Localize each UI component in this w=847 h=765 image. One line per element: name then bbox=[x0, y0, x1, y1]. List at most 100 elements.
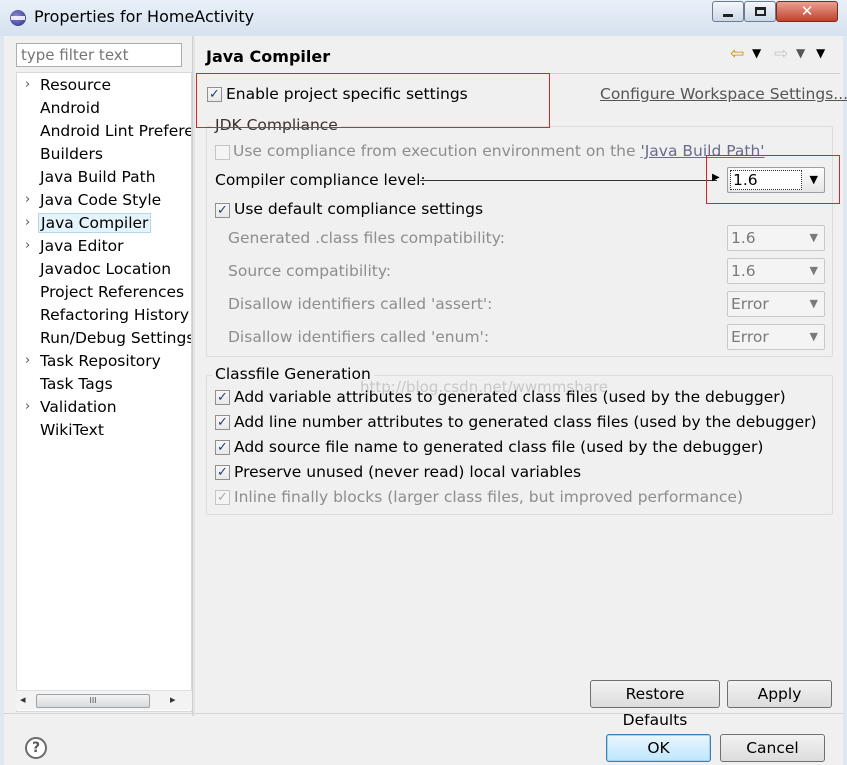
tree-item-label: WikiText bbox=[40, 421, 104, 439]
tree-horizontal-scrollbar[interactable]: ◂ III ▸ bbox=[16, 690, 192, 710]
expand-arrow-icon[interactable]: › bbox=[25, 215, 30, 230]
tree-item[interactable]: › Java Editor bbox=[17, 236, 191, 259]
help-icon[interactable]: ? bbox=[25, 737, 47, 759]
pane-sash[interactable] bbox=[192, 36, 195, 716]
scroll-right-icon[interactable]: ▸ bbox=[170, 693, 176, 706]
tree-item-label: Java Compiler bbox=[38, 213, 152, 233]
close-icon: ✕ bbox=[800, 2, 814, 20]
highlight-box bbox=[196, 73, 550, 128]
filter-input[interactable] bbox=[16, 43, 182, 67]
classfile-option-checkbox[interactable]: ✓ bbox=[215, 390, 230, 405]
close-button[interactable]: ✕ bbox=[776, 1, 838, 22]
generated-compat-value: 1.6 bbox=[731, 229, 756, 247]
scroll-left-icon[interactable]: ◂ bbox=[20, 693, 26, 706]
classfile-option-label[interactable]: Add variable attributes to generated cla… bbox=[234, 388, 786, 406]
tree-item-label: Run/Debug Settings bbox=[40, 329, 192, 347]
tree-item[interactable]: › Task Repository bbox=[17, 351, 191, 374]
source-compat-select[interactable]: 1.6 ▼ bbox=[727, 258, 825, 284]
tree-item[interactable]: Builders bbox=[17, 144, 191, 167]
tree-item[interactable]: WikiText bbox=[17, 420, 191, 443]
classfile-generation-title: Classfile Generation bbox=[212, 365, 374, 383]
highlight-box bbox=[706, 155, 840, 204]
source-compat-value: 1.6 bbox=[731, 262, 756, 280]
tree-item[interactable]: Android bbox=[17, 98, 191, 121]
cancel-button[interactable]: Cancel bbox=[720, 734, 825, 762]
minimize-button[interactable] bbox=[712, 1, 744, 22]
classfile-option-label[interactable]: Add line number attributes to generated … bbox=[234, 413, 817, 431]
maximize-icon bbox=[754, 7, 766, 16]
tree-item-label: Java Code Style bbox=[40, 191, 162, 209]
tree-item-label: Builders bbox=[40, 145, 103, 163]
dropdown-arrow-icon: ▼ bbox=[809, 330, 818, 343]
use-default-compliance-checkbox[interactable]: ✓ bbox=[215, 203, 230, 218]
classfile-option-label[interactable]: Preserve unused (never read) local varia… bbox=[234, 463, 581, 481]
classfile-option-checkbox[interactable]: ✓ bbox=[215, 465, 230, 480]
forward-dropdown-icon[interactable]: ▼ bbox=[796, 46, 805, 60]
classfile-option-checkbox[interactable]: ✓ bbox=[215, 415, 230, 430]
dropdown-arrow-icon: ▼ bbox=[809, 231, 818, 244]
ok-button[interactable]: OK bbox=[606, 734, 711, 762]
disallow-assert-value: Error bbox=[731, 295, 769, 313]
configure-workspace-link[interactable]: Configure Workspace Settings... bbox=[600, 85, 847, 103]
page-title: Java Compiler bbox=[206, 47, 331, 66]
expand-arrow-icon[interactable]: › bbox=[25, 77, 30, 92]
tree-item[interactable]: Java Build Path bbox=[17, 167, 191, 190]
tree-item[interactable]: Project References bbox=[17, 282, 191, 305]
dropdown-arrow-icon: ▼ bbox=[809, 297, 818, 310]
disallow-enum-select[interactable]: Error ▼ bbox=[727, 324, 825, 350]
property-tree: › Resource Android Android Lint Prefere Buil… bbox=[16, 72, 192, 712]
eclipse-icon bbox=[10, 10, 26, 26]
classfile-option-checkbox[interactable]: ✓ bbox=[215, 490, 230, 505]
tree-item-label: Resource bbox=[40, 76, 112, 94]
back-arrow-icon[interactable]: ⇦ bbox=[730, 44, 744, 64]
expand-arrow-icon[interactable]: › bbox=[25, 399, 30, 414]
disallow-assert-label: Disallow identifiers called 'assert': bbox=[228, 295, 493, 313]
tree-item-label: Task Tags bbox=[40, 375, 113, 393]
expand-arrow-icon[interactable]: › bbox=[25, 192, 30, 207]
tree-item-label: Project References bbox=[40, 283, 185, 301]
view-menu-icon[interactable]: ▼ bbox=[816, 46, 825, 60]
tree-item[interactable]: › Java Code Style bbox=[17, 190, 191, 213]
generated-compat-select[interactable]: 1.6 ▼ bbox=[727, 225, 825, 251]
compliance-level-label: Compiler compliance level: bbox=[215, 171, 426, 189]
use-env-compliance-text: Use compliance from execution environmen… bbox=[233, 142, 641, 160]
tree-item-label: Android bbox=[40, 99, 100, 117]
tree-item-label: Java Editor bbox=[40, 237, 124, 255]
back-dropdown-icon[interactable]: ▼ bbox=[752, 46, 761, 60]
tree-item[interactable]: Refactoring History bbox=[17, 305, 191, 328]
tree-item[interactable]: Javadoc Location bbox=[17, 259, 191, 282]
apply-button[interactable]: Apply bbox=[727, 680, 832, 708]
disallow-assert-select[interactable]: Error ▼ bbox=[727, 291, 825, 317]
tree-item[interactable]: › Resource bbox=[17, 75, 191, 98]
window-title: Properties for HomeActivity bbox=[34, 7, 255, 26]
tree-item-label: Java Build Path bbox=[40, 168, 156, 186]
disallow-enum-label: Disallow identifiers called 'enum': bbox=[228, 328, 490, 346]
use-env-compliance-checkbox[interactable] bbox=[215, 145, 230, 160]
classfile-option-checkbox[interactable]: ✓ bbox=[215, 440, 230, 455]
tree-item-label: Android Lint Prefere bbox=[40, 122, 192, 140]
disallow-enum-value: Error bbox=[731, 328, 769, 346]
footer-divider bbox=[4, 713, 843, 714]
annotation-arrow-line bbox=[420, 180, 717, 181]
scroll-thumb[interactable]: III bbox=[36, 694, 150, 708]
classfile-option-label[interactable]: Inline finally blocks (larger class file… bbox=[234, 488, 743, 506]
expand-arrow-icon[interactable]: › bbox=[25, 353, 30, 368]
restore-defaults-button[interactable]: Restore Defaults bbox=[590, 680, 720, 729]
tree-item[interactable]: Task Tags bbox=[17, 374, 191, 397]
tree-item[interactable]: Run/Debug Settings bbox=[17, 328, 192, 351]
tree-item[interactable]: › Validation bbox=[17, 397, 191, 420]
tree-item[interactable]: Android Lint Prefere bbox=[17, 121, 192, 144]
tree-item-label: Task Repository bbox=[40, 352, 161, 370]
source-compat-label: Source compatibility: bbox=[228, 262, 392, 280]
classfile-option-label[interactable]: Add source file name to generated class … bbox=[234, 438, 763, 456]
use-default-compliance-label[interactable]: Use default compliance settings bbox=[234, 200, 483, 218]
forward-arrow-icon[interactable]: ⇨ bbox=[774, 44, 788, 64]
tree-item-label: Javadoc Location bbox=[40, 260, 172, 278]
tree-item-label: Validation bbox=[40, 398, 117, 416]
tree-item[interactable]: › Java Compiler bbox=[17, 213, 191, 236]
maximize-button[interactable] bbox=[744, 1, 776, 22]
minimize-icon bbox=[723, 14, 733, 17]
expand-arrow-icon[interactable]: › bbox=[25, 238, 30, 253]
use-env-compliance-label: Use compliance from execution environmen… bbox=[233, 142, 765, 160]
dropdown-arrow-icon: ▼ bbox=[809, 264, 818, 277]
